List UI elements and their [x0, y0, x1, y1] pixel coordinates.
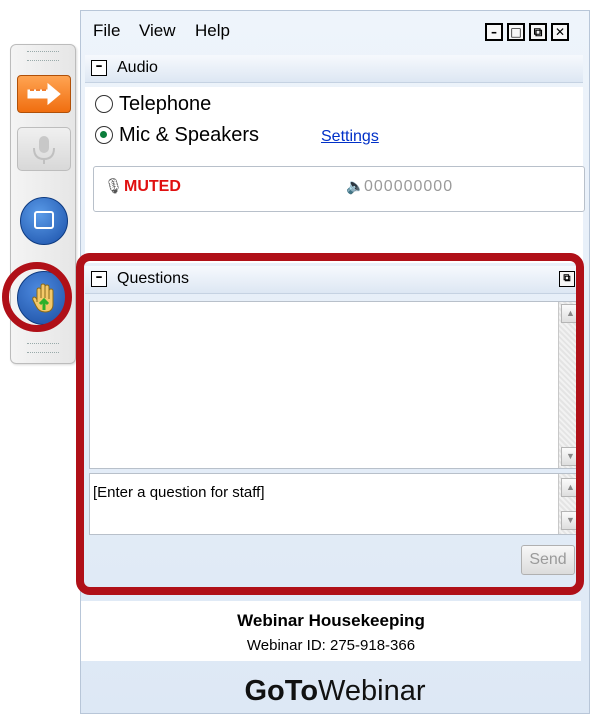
menu-view[interactable]: View — [139, 21, 176, 41]
audio-section-title: Audio — [117, 59, 158, 76]
audio-status-box: 🎙 MUTED 🔈 000000000 — [93, 166, 585, 212]
restore-button[interactable]: □ — [507, 23, 525, 41]
logo-bold-part: GoTo — [244, 675, 319, 707]
questions-highlight-ring — [76, 253, 584, 595]
menu-help[interactable]: Help — [195, 21, 230, 41]
audio-section-header: – Audio — [85, 55, 583, 83]
mic-speakers-label[interactable]: Mic & Speakers — [119, 124, 259, 147]
menu-bar: File View Help – □ ⧉ ✕ — [81, 11, 589, 49]
webinar-title: Webinar Housekeeping — [237, 611, 425, 630]
minimize-button[interactable]: – — [485, 23, 503, 41]
microphone-status-icon: 🎙 — [104, 178, 124, 195]
show-hide-panel-button[interactable] — [17, 75, 71, 113]
webinar-id: Webinar ID: 275-918-366 — [246, 637, 416, 654]
telephone-radio[interactable] — [95, 95, 113, 113]
microphone-button[interactable] — [17, 127, 71, 171]
microphone-icon — [33, 136, 55, 164]
mic-speakers-radio[interactable] — [95, 126, 113, 144]
screen-button[interactable] — [20, 197, 68, 245]
maximize-button[interactable]: ⧉ — [529, 23, 547, 41]
audio-collapse-button[interactable]: – — [91, 59, 107, 76]
logo-regular-part: Webinar — [318, 675, 426, 707]
telephone-label[interactable]: Telephone — [119, 93, 211, 116]
raise-hand-highlight-ring — [2, 262, 72, 332]
gotowebinar-logo: GoToWebinar — [81, 675, 589, 708]
webinar-info: Webinar Housekeeping Webinar ID: 275-918… — [81, 601, 581, 661]
volume-level-meter: 000000000 — [364, 178, 454, 195]
arrow-icon — [27, 82, 61, 106]
menu-file[interactable]: File — [93, 21, 120, 41]
toolbar-grip-top[interactable] — [27, 51, 59, 61]
screen-icon — [34, 211, 54, 229]
speaker-icon: 🔈 — [346, 178, 365, 195]
audio-section-body: Telephone Mic & Speakers Settings 🎙 MUTE… — [85, 87, 585, 263]
muted-status: MUTED — [124, 178, 181, 195]
radio-selected-dot — [100, 131, 107, 138]
close-button[interactable]: ✕ — [551, 23, 569, 41]
audio-settings-link[interactable]: Settings — [321, 128, 379, 146]
toolbar-grip-bottom[interactable] — [27, 343, 59, 353]
